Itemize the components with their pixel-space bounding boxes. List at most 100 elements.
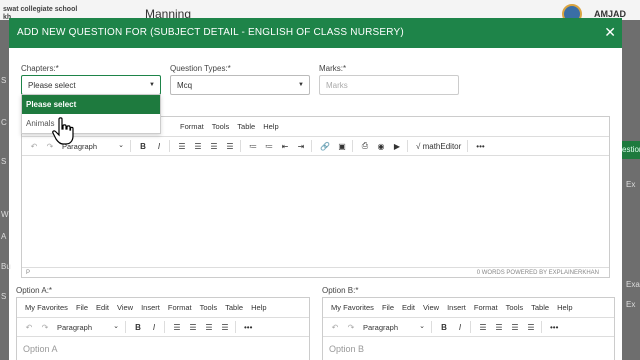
more-icon[interactable]: ••• xyxy=(476,142,484,151)
chapters-select[interactable]: Please select ▼ xyxy=(21,75,161,95)
toolbar-divider xyxy=(541,321,542,333)
more-icon[interactable]: ••• xyxy=(550,323,558,332)
toolbar-divider xyxy=(240,140,241,152)
status-wordcount: 0 WORDS POWERED BY EXPLAINERKHAN xyxy=(476,270,599,276)
more-icon[interactable]: ••• xyxy=(244,323,252,332)
align-right-icon[interactable]: ☰ xyxy=(511,323,519,332)
menu-favorites[interactable]: My Favorites xyxy=(331,303,374,312)
outdent-icon[interactable]: ⇤ xyxy=(281,142,289,151)
menu-table[interactable]: Table xyxy=(225,303,243,312)
align-justify-icon[interactable]: ☰ xyxy=(226,142,234,151)
menu-view[interactable]: View xyxy=(423,303,439,312)
caret-down-icon: ▼ xyxy=(149,82,155,88)
question-text-area[interactable] xyxy=(22,157,609,267)
align-left-icon[interactable]: ☰ xyxy=(479,323,487,332)
menu-table[interactable]: Table xyxy=(237,122,255,131)
background-topbar: swat collegiate school kh Manning AMJAD … xyxy=(0,0,640,29)
undo-icon[interactable]: ↶ xyxy=(30,142,38,151)
add-question-button[interactable]: estion xyxy=(622,141,640,159)
close-icon[interactable]: ✕ xyxy=(604,24,616,41)
background-text: Ex xyxy=(626,300,636,309)
menu-file[interactable]: File xyxy=(382,303,394,312)
italic-icon[interactable]: I xyxy=(155,142,163,151)
undo-icon[interactable]: ↶ xyxy=(25,323,33,332)
menu-help[interactable]: Help xyxy=(557,303,572,312)
paragraph-select[interactable]: Paragraph ⌄ xyxy=(57,323,119,332)
menu-file[interactable]: File xyxy=(76,303,88,312)
indent-icon[interactable]: ⇥ xyxy=(297,142,305,151)
bold-icon[interactable]: B xyxy=(139,142,147,151)
caret-down-icon: ▼ xyxy=(298,82,304,88)
numbered-list-icon[interactable]: ≔ xyxy=(265,142,273,151)
menu-table[interactable]: Table xyxy=(531,303,549,312)
paragraph-select-value: Paragraph xyxy=(363,322,399,332)
chapters-dropdown-list: Please select Animals xyxy=(21,94,161,134)
math-editor-button[interactable]: √ mathEditor xyxy=(416,142,461,151)
bold-icon[interactable]: B xyxy=(134,323,142,332)
menu-tools[interactable]: Tools xyxy=(506,303,524,312)
toolbar-divider xyxy=(130,140,131,152)
menu-format[interactable]: Format xyxy=(474,303,498,312)
question-type-select[interactable]: Mcq ▼ xyxy=(170,75,310,95)
option-a-editor[interactable]: My Favorites File Edit View Insert Forma… xyxy=(16,297,310,360)
link-icon[interactable]: 🔗 xyxy=(320,142,330,151)
align-center-icon[interactable]: ☰ xyxy=(194,142,202,151)
option-b-text-area[interactable]: Option B xyxy=(323,340,614,360)
undo-icon[interactable]: ↶ xyxy=(331,323,339,332)
align-left-icon[interactable]: ☰ xyxy=(178,142,186,151)
bold-icon[interactable]: B xyxy=(440,323,448,332)
option-a-toolbar: ↶ ↷ Paragraph ⌄ B I ☰ ☰ ☰ ☰ ••• xyxy=(17,317,309,337)
sidebar-letter: W xyxy=(1,210,9,219)
option-a-text-area[interactable]: Option A xyxy=(17,340,309,360)
toolbar-divider xyxy=(125,321,126,333)
chapter-option[interactable]: Please select xyxy=(22,95,160,114)
menu-favorites[interactable]: My Favorites xyxy=(25,303,68,312)
editor-statusbar: P 0 WORDS POWERED BY EXPLAINERKHAN xyxy=(22,267,609,277)
bullet-list-icon[interactable]: ≔ xyxy=(249,142,257,151)
align-right-icon[interactable]: ☰ xyxy=(210,142,218,151)
italic-icon[interactable]: I xyxy=(456,323,464,332)
background-sidebar xyxy=(0,20,9,360)
image-icon[interactable]: ▣ xyxy=(338,142,346,151)
chapters-select-value: Please select xyxy=(28,81,76,90)
marks-input[interactable]: Marks xyxy=(319,75,459,95)
sidebar-letter: A xyxy=(1,232,7,241)
toolbar-divider xyxy=(431,321,432,333)
redo-icon[interactable]: ↷ xyxy=(347,323,355,332)
print-icon[interactable]: ⎙ xyxy=(361,141,369,151)
align-justify-icon[interactable]: ☰ xyxy=(527,323,535,332)
media-icon[interactable]: ▶ xyxy=(393,142,401,151)
toolbar-divider xyxy=(467,140,469,152)
menu-help[interactable]: Help xyxy=(263,122,278,131)
align-left-icon[interactable]: ☰ xyxy=(173,323,181,332)
menu-tools[interactable]: Tools xyxy=(200,303,218,312)
option-b-menubar: My Favorites File Edit View Insert Forma… xyxy=(323,298,573,316)
menu-format[interactable]: Format xyxy=(168,303,192,312)
sidebar-letter: S xyxy=(1,76,7,85)
chapter-option[interactable]: Animals xyxy=(22,114,160,133)
align-center-icon[interactable]: ☰ xyxy=(495,323,503,332)
menu-format[interactable]: Format xyxy=(180,122,204,131)
paragraph-select[interactable]: Paragraph ⌄ xyxy=(363,323,425,332)
italic-icon[interactable]: I xyxy=(150,323,158,332)
align-justify-icon[interactable]: ☰ xyxy=(221,323,229,332)
option-b-editor[interactable]: My Favorites File Edit View Insert Forma… xyxy=(322,297,615,360)
sidebar-letter: Bu xyxy=(1,262,11,271)
preview-icon[interactable]: ◉ xyxy=(377,142,385,151)
align-center-icon[interactable]: ☰ xyxy=(189,323,197,332)
menu-insert[interactable]: Insert xyxy=(447,303,466,312)
modal-title: ADD NEW QUESTION FOR (SUBJECT DETAIL - E… xyxy=(17,27,404,38)
background-right xyxy=(622,20,640,360)
menu-help[interactable]: Help xyxy=(251,303,266,312)
menu-edit[interactable]: Edit xyxy=(96,303,109,312)
toolbar-divider xyxy=(235,321,236,333)
toolbar-divider xyxy=(470,321,471,333)
align-right-icon[interactable]: ☰ xyxy=(205,323,213,332)
menu-view[interactable]: View xyxy=(117,303,133,312)
chevron-down-icon: ⌄ xyxy=(118,141,124,149)
menu-insert[interactable]: Insert xyxy=(141,303,160,312)
menu-tools[interactable]: Tools xyxy=(212,122,230,131)
question-editor[interactable]: Format Tools Table Help ↶ ↷ Paragraph ⌄ B… xyxy=(21,116,610,278)
menu-edit[interactable]: Edit xyxy=(402,303,415,312)
redo-icon[interactable]: ↷ xyxy=(41,323,49,332)
